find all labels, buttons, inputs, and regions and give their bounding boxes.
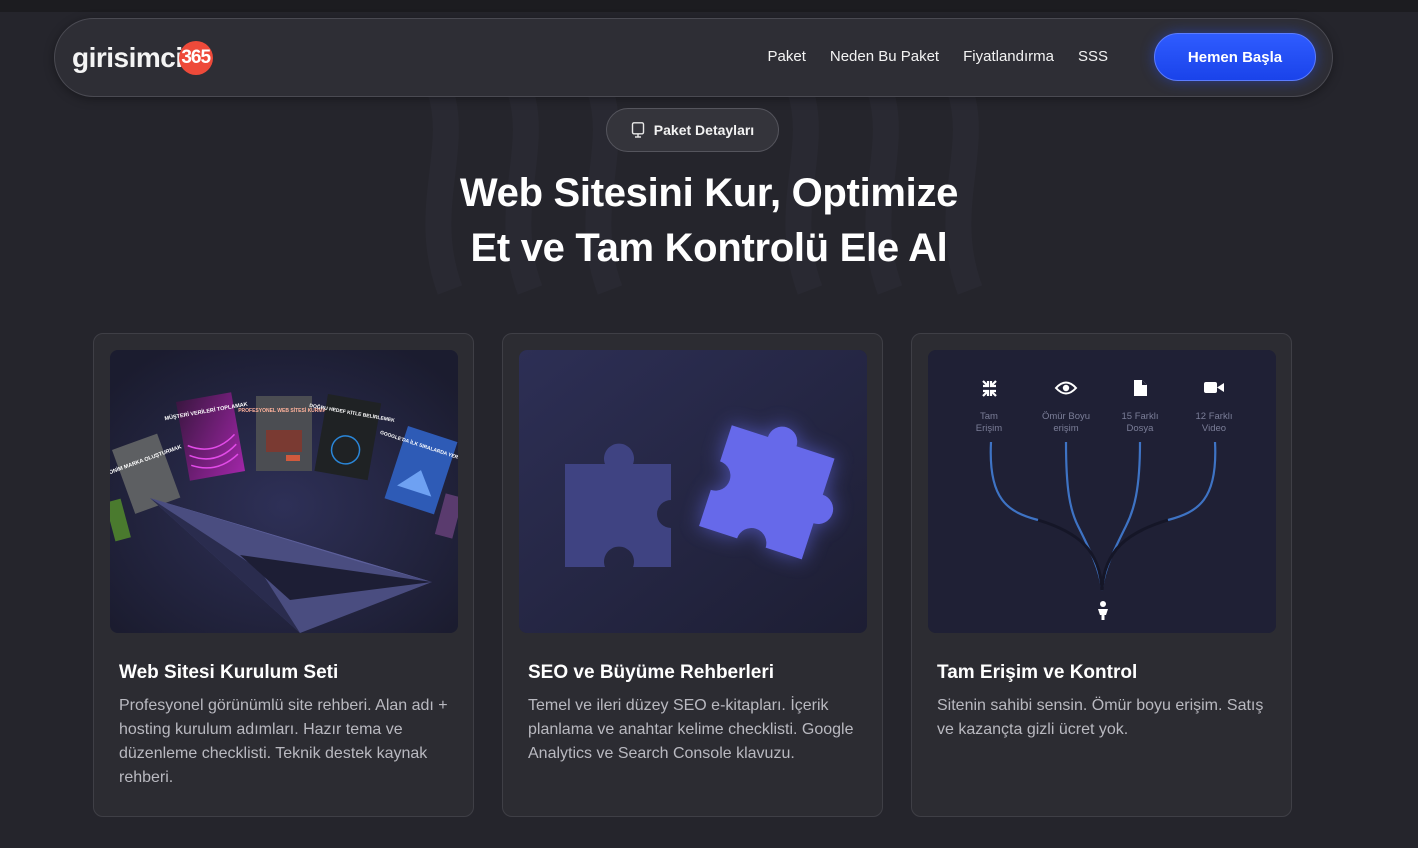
feature-label-4-line-2: Video [1202,423,1226,434]
card-description: Sitenin sahibi sensin. Ömür boyu erişim.… [937,697,1264,738]
nav-link-neden-bu-paket[interactable]: Neden Bu Paket [830,48,939,65]
ebooks-illustration: ANONİM MARKA OLUŞTURMAK MÜŞTERİ VERİLERİ… [110,350,458,633]
card-full-access: Tam Erişim Ömür Boyu erişim 15 Farklı Do… [911,333,1292,817]
pill-label: Paket Detayları [653,122,755,138]
nav-link-sss[interactable]: SSS [1078,48,1108,65]
card-website-setup: ANONİM MARKA OLUŞTURMAK MÜŞTERİ VERİLERİ… [93,333,474,817]
window-top-strip [0,0,1418,12]
card-title: SEO ve Büyüme Rehberleri [528,662,775,683]
brand-name: girisimci [72,42,183,73]
feature-label-3-line-1: 15 Farklı [1122,411,1159,422]
feature-label-1-line-1: Tam [980,411,998,422]
card-image-features: Tam Erişim Ömür Boyu erişim 15 Farklı Do… [928,350,1276,633]
card-image-puzzle [519,350,867,633]
package-details-pill[interactable]: Paket Detayları [606,108,779,152]
brand-badge: 365 [178,41,213,75]
feature-label-2-line-2: erişim [1053,423,1078,434]
feature-label-3-line-2: Dosya [1127,423,1155,434]
card-image-ebooks: ANONİM MARKA OLUŞTURMAK MÜŞTERİ VERİLERİ… [110,350,458,633]
hero-title-line-1: Web Sitesini Kur, Optimize [459,171,959,215]
card-description: Profesyonel görünümlü site rehberi. Alan… [119,697,448,786]
brand-logo[interactable]: girisimci 365 [72,40,213,76]
start-now-button[interactable]: Hemen Başla [1154,33,1316,81]
nav-link-fiyatlandirma[interactable]: Fiyatlandırma [963,48,1054,65]
card-title: Tam Erişim ve Kontrol [937,662,1138,683]
card-title: Web Sitesi Kurulum Seti [119,662,339,683]
nav-links: Paket Neden Bu Paket Fiyatlandırma SSS [768,48,1109,65]
hero-title-line-2: Et ve Tam Kontrolü Ele Al [470,226,948,270]
feature-label-4-line-1: 12 Farklı [1196,411,1233,422]
tablet-icon [631,122,644,138]
feature-label-1-line-2: Erişim [976,423,1002,434]
features-tree-illustration: Tam Erişim Ömür Boyu erişim 15 Farklı Do… [928,350,1276,633]
feature-label-2-line-1: Ömür Boyu [1042,411,1090,422]
card-seo-growth: SEO ve Büyüme Rehberleri Temel ve ileri … [502,333,883,817]
navbar: girisimci 365 Paket Neden Bu Paket Fiyat… [54,18,1333,97]
puzzle-illustration [519,350,867,633]
nav-link-paket[interactable]: Paket [768,48,806,65]
card-description: Temel ve ileri düzey SEO e-kitapları. İç… [528,697,854,762]
hero-title: Web Sitesini Kur, Optimize Et ve Tam Kon… [369,166,1049,276]
